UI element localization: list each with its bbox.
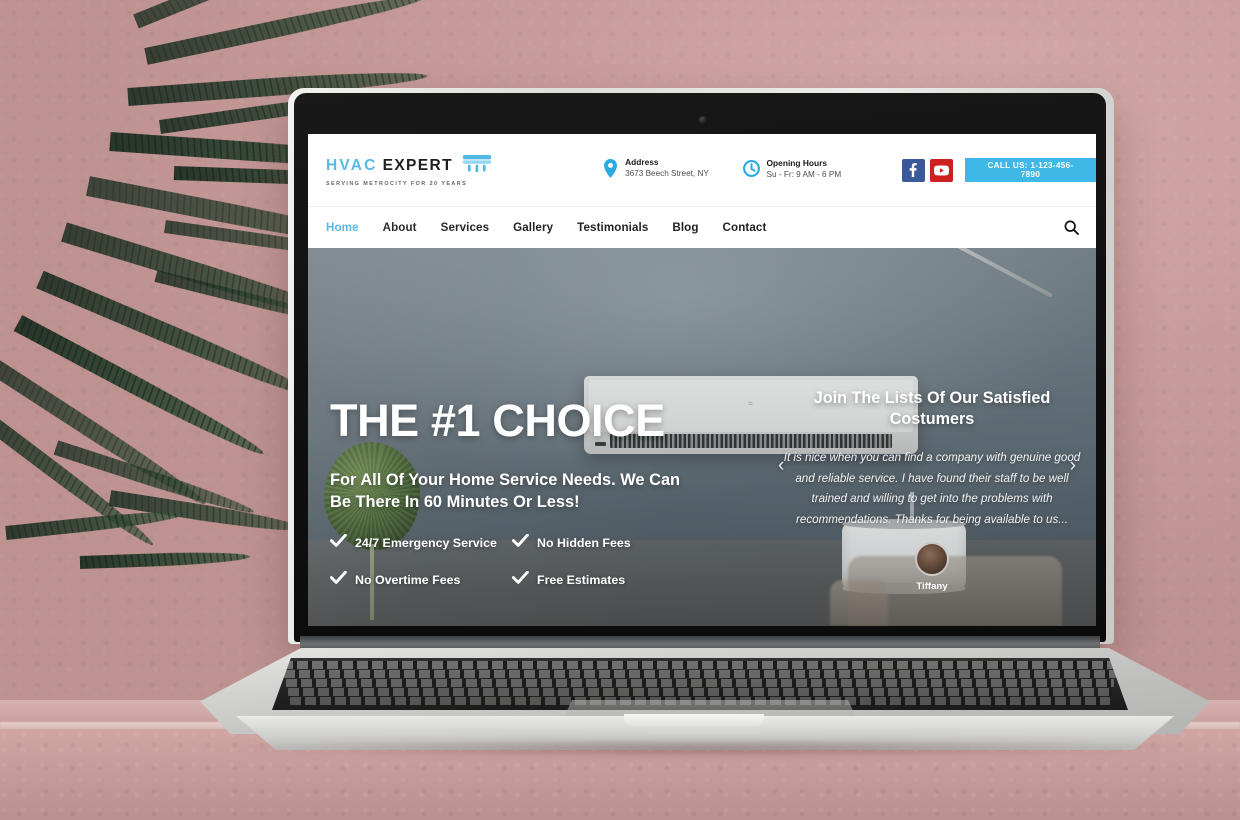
- hero-headline: THE #1 CHOICE: [330, 395, 665, 446]
- site-logo[interactable]: HVAC EXPERT SERVING METROCITY FOR 20 YEA…: [326, 153, 521, 187]
- feature-item: No Hidden Fees: [511, 533, 782, 553]
- feature-label: No Hidden Fees: [537, 536, 631, 551]
- chevron-right-icon[interactable]: ›: [1070, 456, 1076, 475]
- check-icon: [511, 570, 529, 590]
- website-viewport: HVAC EXPERT SERVING METROCITY FOR 20 YEA…: [308, 134, 1096, 626]
- avatar: [915, 542, 949, 577]
- facebook-icon[interactable]: [901, 158, 925, 182]
- check-icon: [511, 533, 529, 553]
- social-links: [901, 158, 953, 182]
- keyboard-row: [286, 679, 1114, 687]
- hero-section: ≈ THE #1 CHOICE For All Of Your Home Ser…: [308, 248, 1096, 626]
- hero-content: THE #1 CHOICE For All Of Your Home Servi…: [308, 248, 1096, 626]
- map-pin-icon: [603, 159, 618, 183]
- testimonial-quote: It is nice when you can find a company w…: [783, 451, 1081, 526]
- address-value: 3673 Beech Street, NY: [625, 168, 709, 178]
- webcam-icon: [699, 116, 707, 124]
- testimonial-author-name: Tiffany: [916, 581, 948, 593]
- keyboard-row: [288, 688, 1112, 696]
- testimonial-carousel: Join The Lists Of Our Satisfied Costumer…: [778, 248, 1082, 626]
- logo-secondary-text: EXPERT: [382, 156, 453, 174]
- nav-list: Home About Services Gallery Testimonials Blog…: [326, 221, 766, 234]
- laptop-drop-shadow: [210, 740, 1200, 756]
- chevron-left-icon[interactable]: ‹: [778, 456, 784, 475]
- feature-label: No Overtime Fees: [355, 573, 461, 588]
- header-address-block: Address 3673 Beech Street, NY: [603, 157, 716, 183]
- feature-label: 24/7 Emergency Service: [355, 536, 497, 551]
- laptop-front-notch: [624, 714, 764, 726]
- nav-item-blog[interactable]: Blog: [672, 221, 698, 234]
- feature-item: 24/7 Emergency Service: [329, 533, 512, 553]
- testimonial-title: Join The Lists Of Our Satisfied Costumer…: [813, 389, 1051, 429]
- main-navigation: Home About Services Gallery Testimonials Blog…: [308, 206, 1096, 248]
- laptop-mockup: HVAC EXPERT SERVING METROCITY FOR 20 YEA…: [0, 0, 1240, 820]
- check-icon: [329, 533, 347, 553]
- call-us-button[interactable]: CALL US: 1-123-456-7890: [964, 158, 1096, 182]
- nav-item-gallery[interactable]: Gallery: [513, 221, 553, 234]
- header-hours-block: Opening Hours Su - Fr: 9 AM - 6 PM: [742, 158, 862, 182]
- clock-icon: [742, 160, 760, 182]
- testimonial-author-block: Tiffany: [915, 542, 949, 592]
- nav-item-contact[interactable]: Contact: [723, 221, 767, 234]
- keyboard-row: [284, 670, 1116, 678]
- site-header: HVAC EXPERT SERVING METROCITY FOR 20 YEA…: [308, 134, 1096, 206]
- logo-tagline: SERVING METROCITY FOR 20 YEARS: [326, 181, 468, 187]
- logo-primary-text: HVAC: [326, 156, 378, 174]
- youtube-icon[interactable]: [929, 158, 953, 182]
- nav-item-about[interactable]: About: [383, 221, 417, 234]
- address-label: Address: [625, 157, 659, 167]
- nav-item-home[interactable]: Home: [326, 221, 359, 234]
- feature-item: Free Estimates: [511, 570, 782, 590]
- laptop-screen: HVAC EXPERT SERVING METROCITY FOR 20 YEA…: [308, 134, 1096, 626]
- nav-item-testimonials[interactable]: Testimonials: [577, 221, 648, 234]
- nav-item-services[interactable]: Services: [441, 221, 490, 234]
- hero-feature-list: 24/7 Emergency Service No Hidden Fees No O…: [329, 533, 782, 590]
- keyboard-row: [282, 661, 1118, 669]
- hours-label: Opening Hours: [766, 158, 828, 168]
- search-icon[interactable]: [1062, 219, 1080, 237]
- check-icon: [329, 570, 347, 590]
- feature-label: Free Estimates: [537, 573, 626, 588]
- hero-left-column: THE #1 CHOICE For All Of Your Home Servi…: [329, 248, 782, 626]
- hours-value: Su - Fr: 9 AM - 6 PM: [766, 169, 842, 179]
- feature-item: No Overtime Fees: [329, 570, 512, 590]
- ac-unit-icon: [462, 153, 492, 178]
- hero-subheadline: For All Of Your Home Service Needs. We C…: [330, 471, 681, 511]
